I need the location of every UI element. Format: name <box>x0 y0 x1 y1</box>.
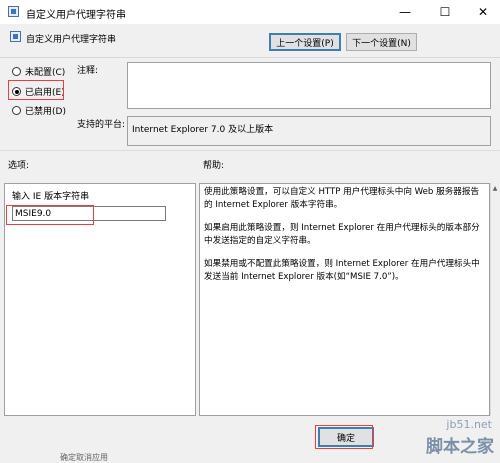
comment-textarea[interactable] <box>127 62 491 109</box>
policy-icon <box>8 6 19 17</box>
site-watermark: jb51.net 脚本之家 <box>380 418 500 460</box>
window-title: 自定义用户代理字符串 <box>26 10 126 21</box>
platform-label: 支持的平台: <box>77 120 126 130</box>
options-label: 选项: <box>8 161 30 171</box>
highlight-ok-annotation <box>315 425 373 449</box>
maximize-button[interactable]: ☐ <box>428 0 462 24</box>
help-paragraph: 如果禁用或不配置此策略设置，则 Internet Explorer 在用户代理标… <box>204 259 480 282</box>
setting-icon <box>10 31 21 42</box>
help-scrollbar[interactable] <box>490 183 500 416</box>
previous-setting-button[interactable]: 上一个设置(P) <box>269 33 341 51</box>
radio-disabled[interactable]: 已禁用(D) <box>12 104 66 117</box>
next-setting-button[interactable]: 下一个设置(N) <box>346 33 417 51</box>
ie-version-label: 输入 IE 版本字符串 <box>12 192 90 202</box>
radio-label: 已禁用(D) <box>25 107 66 117</box>
highlight-input-annotation <box>6 205 94 225</box>
close-button[interactable]: ✕ <box>466 0 500 24</box>
section-divider <box>0 150 500 151</box>
help-paragraph: 使用此策略设置，可以自定义 HTTP 用户代理标头中向 Web 服务器报告的 I… <box>204 187 480 210</box>
policy-name: 自定义用户代理字符串 <box>26 35 117 45</box>
radio-circle[interactable] <box>12 67 21 76</box>
scroll-up-icon[interactable]: ▲ <box>490 183 500 193</box>
radio-not-configured[interactable]: 未配置(C) <box>12 65 65 78</box>
help-paragraph: 如果启用此策略设置，则 Internet Explorer 在用户代理标头的版本… <box>204 223 480 246</box>
platform-value: Internet Explorer 7.0 及以上版本 <box>132 125 274 135</box>
help-label: 帮助: <box>203 161 225 171</box>
cropped-footer-text: 确定取消应用 <box>60 453 108 462</box>
highlight-enabled-annotation <box>8 80 64 100</box>
minimize-button[interactable]: — <box>388 0 422 24</box>
radio-circle[interactable] <box>12 106 21 115</box>
help-pane <box>199 183 490 416</box>
comment-label: 注释: <box>77 66 99 76</box>
watermark-name: 脚本之家 <box>426 437 494 457</box>
radio-label: 未配置(C) <box>25 68 66 78</box>
header-divider <box>0 57 500 58</box>
watermark-url: jb51.net <box>446 418 492 431</box>
